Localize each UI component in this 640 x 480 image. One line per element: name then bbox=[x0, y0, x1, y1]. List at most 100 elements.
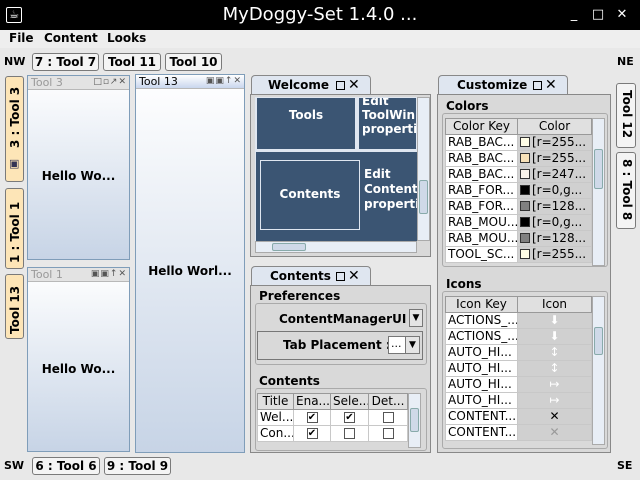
icon-preview-cell[interactable]: ↕ bbox=[517, 344, 592, 361]
enabled-cell[interactable]: ✔ bbox=[293, 425, 331, 442]
close-icon[interactable]: ✕ bbox=[348, 77, 360, 93]
table-row[interactable]: ACTIONS_... ⬇ bbox=[445, 312, 592, 329]
contents-vertical-scrollbar[interactable] bbox=[408, 393, 421, 448]
selected-cell[interactable]: ✔ bbox=[330, 409, 369, 426]
close-button[interactable]: ✕ bbox=[614, 7, 630, 23]
detached-cell[interactable] bbox=[368, 425, 408, 442]
color-key-cell[interactable]: RAB_MOU... bbox=[445, 214, 518, 231]
table-row[interactable]: CONTENT... ✕ bbox=[445, 424, 592, 441]
table-row[interactable]: Wel... ✔ ✔ bbox=[257, 409, 408, 426]
minimize-button[interactable]: _ bbox=[566, 7, 582, 23]
enabled-cell[interactable]: ✔ bbox=[293, 409, 331, 426]
color-key-cell[interactable]: RAB_FOR... bbox=[445, 182, 518, 199]
maximize-icon[interactable] bbox=[533, 81, 542, 90]
tab-customize[interactable]: Customize ✕ bbox=[438, 75, 568, 95]
tool13-header[interactable]: Tool 13 ▣▣↑✕ bbox=[136, 75, 244, 89]
table-row[interactable]: TOOL_SC... [r=255... bbox=[445, 246, 592, 263]
table-row[interactable]: AUTO_HI... ↦ bbox=[445, 376, 592, 393]
color-key-cell[interactable]: RAB_BAC... bbox=[445, 166, 518, 183]
icon-preview-cell[interactable]: ↦ bbox=[517, 392, 592, 409]
color-key-cell[interactable]: RAB_BAC... bbox=[445, 134, 518, 151]
icon-key-cell[interactable]: CONTENT... bbox=[445, 424, 518, 441]
color-value-cell[interactable]: [r=0,g... bbox=[517, 214, 592, 231]
column-color-key[interactable]: Color Key bbox=[445, 118, 518, 135]
tool-button-tool9[interactable]: 9 : Tool 9 bbox=[104, 457, 171, 475]
table-row[interactable]: CONTENT... ✕ bbox=[445, 408, 592, 425]
table-row[interactable]: AUTO_HI... ↕ bbox=[445, 360, 592, 377]
maximize-icon[interactable] bbox=[336, 81, 345, 90]
tool-button-tool13[interactable]: Tool 13 bbox=[5, 274, 24, 339]
tool-button-tool7[interactable]: 7 : Tool 7 bbox=[32, 53, 99, 71]
table-row[interactable]: RAB_MOU... [r=128... bbox=[445, 230, 592, 247]
maximize-icon[interactable] bbox=[336, 272, 345, 281]
column-selected[interactable]: Sele... bbox=[330, 393, 369, 410]
table-row[interactable]: ACTIONS_... ⬇ bbox=[445, 328, 592, 345]
tab-placement-combo[interactable]: ... ▼ bbox=[388, 336, 420, 354]
welcome-vertical-scrollbar[interactable] bbox=[417, 97, 430, 241]
color-value-cell[interactable]: [r=128... bbox=[517, 198, 592, 215]
welcome-vscroll-thumb[interactable] bbox=[419, 180, 428, 214]
table-row[interactable]: AUTO_HI... ↦ bbox=[445, 392, 592, 409]
table-row[interactable]: RAB_BAC... [r=255... bbox=[445, 150, 592, 167]
contents-vscroll-thumb[interactable] bbox=[410, 408, 419, 432]
chevron-down-icon[interactable]: ▼ bbox=[405, 337, 419, 353]
icons-vertical-scrollbar[interactable] bbox=[592, 296, 605, 445]
icon-key-cell[interactable]: ACTIONS_... bbox=[445, 312, 518, 329]
tab-welcome[interactable]: Welcome ✕ bbox=[251, 75, 371, 95]
tool-button-tool6[interactable]: 6 : Tool 6 bbox=[32, 457, 100, 475]
icon-key-cell[interactable]: CONTENT... bbox=[445, 408, 518, 425]
checkbox-checked-icon[interactable]: ✔ bbox=[344, 412, 355, 423]
column-title[interactable]: Title bbox=[257, 393, 294, 410]
column-enabled[interactable]: Ena... bbox=[293, 393, 331, 410]
content-title-cell[interactable]: Con... bbox=[257, 425, 294, 442]
tool13-header-icons[interactable]: ▣▣↑✕ bbox=[206, 76, 242, 87]
maximize-button[interactable]: □ bbox=[590, 7, 606, 23]
tool-button-tool1[interactable]: 1 : Tool 1 bbox=[5, 188, 24, 269]
table-row[interactable]: RAB_BAC... [r=247... bbox=[445, 166, 592, 183]
table-row[interactable]: RAB_FOR... [r=0,g... bbox=[445, 182, 592, 199]
icon-key-cell[interactable]: AUTO_HI... bbox=[445, 392, 518, 409]
tool-button-tool8[interactable]: 8 : Tool 8 bbox=[616, 152, 636, 229]
icon-key-cell[interactable]: AUTO_HI... bbox=[445, 376, 518, 393]
tool1-header-icons[interactable]: ▣▣↑✕ bbox=[91, 269, 127, 280]
welcome-hscroll-thumb[interactable] bbox=[272, 243, 306, 251]
icon-preview-cell[interactable]: ↦ bbox=[517, 376, 592, 393]
checkbox-unchecked-icon[interactable] bbox=[382, 428, 394, 439]
column-detached[interactable]: Det... bbox=[368, 393, 408, 410]
icon-preview-cell[interactable]: ⬇ bbox=[517, 312, 592, 329]
icon-preview-cell[interactable]: ↕ bbox=[517, 360, 592, 377]
tool-button-tool11[interactable]: Tool 11 bbox=[103, 53, 161, 71]
menu-looks[interactable]: Looks bbox=[107, 31, 146, 45]
detached-cell[interactable] bbox=[368, 409, 408, 426]
tool1-header[interactable]: Tool 1 ▣▣↑✕ bbox=[28, 268, 129, 282]
colors-vscroll-thumb[interactable] bbox=[594, 149, 603, 189]
checkbox-checked-icon[interactable]: ✔ bbox=[306, 412, 318, 423]
color-value-cell[interactable]: [r=0,g... bbox=[517, 182, 592, 199]
welcome-contents-desc[interactable]: Edit Content properti bbox=[362, 167, 417, 225]
tool-button-tool12[interactable]: Tool 12 bbox=[616, 83, 636, 148]
icons-vscroll-thumb[interactable] bbox=[594, 327, 603, 355]
table-row[interactable]: Con... ✔ bbox=[257, 425, 408, 442]
icon-preview-cell[interactable]: ✕ bbox=[517, 408, 592, 425]
icon-preview-cell[interactable]: ✕ bbox=[517, 424, 592, 441]
color-value-cell[interactable]: [r=255... bbox=[517, 246, 592, 263]
column-color[interactable]: Color bbox=[517, 118, 592, 135]
checkbox-unchecked-icon[interactable] bbox=[382, 412, 394, 423]
tool-button-tool10[interactable]: Tool 10 bbox=[165, 53, 222, 71]
color-value-cell[interactable]: [r=247... bbox=[517, 166, 592, 183]
color-value-cell[interactable]: [r=128... bbox=[517, 230, 592, 247]
icon-key-cell[interactable]: ACTIONS_... bbox=[445, 328, 518, 345]
tool3-header-icons[interactable]: □▫↗✕ bbox=[93, 77, 127, 88]
icon-key-cell[interactable]: AUTO_HI... bbox=[445, 344, 518, 361]
selected-cell[interactable] bbox=[330, 425, 369, 442]
column-icon[interactable]: Icon bbox=[517, 296, 592, 313]
welcome-tools-label[interactable]: Tools bbox=[256, 97, 356, 150]
icon-preview-cell[interactable]: ⬇ bbox=[517, 328, 592, 345]
welcome-tools-desc[interactable]: Edit ToolWin properti bbox=[358, 97, 417, 150]
table-row[interactable]: AUTO_HI... ↕ bbox=[445, 344, 592, 361]
welcome-contents-label[interactable]: Contents bbox=[260, 160, 360, 230]
color-key-cell[interactable]: RAB_FOR... bbox=[445, 198, 518, 215]
close-icon[interactable]: ✕ bbox=[348, 268, 360, 284]
color-value-cell[interactable]: [r=255... bbox=[517, 134, 592, 151]
color-key-cell[interactable]: RAB_BAC... bbox=[445, 150, 518, 167]
